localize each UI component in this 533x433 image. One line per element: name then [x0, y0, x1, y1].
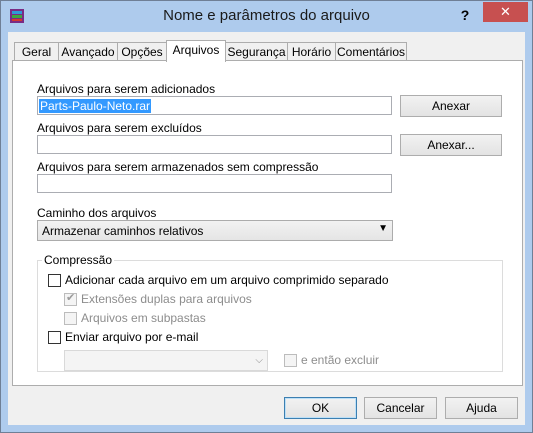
tab-seguranca[interactable]: Segurança — [225, 42, 288, 61]
title-bar[interactable]: Nome e parâmetros do arquivo ? ✕ — [1, 1, 532, 32]
delete-after-label: e então excluir — [301, 353, 380, 367]
files-store-label: Arquivos para serem armazenados sem comp… — [37, 160, 319, 174]
dialog-client: Geral Avançado Opções Arquivos Segurança… — [8, 32, 525, 425]
files-add-label: Arquivos para serem adicionados — [37, 82, 216, 96]
email-combo[interactable]: ⌵ — [64, 350, 268, 371]
dialog-window: Nome e parâmetros do arquivo ? ✕ Geral A… — [0, 0, 533, 433]
paths-label: Caminho dos arquivos — [37, 206, 157, 220]
tab-opcoes[interactable]: Opções — [117, 42, 167, 61]
tab-horario[interactable]: Horário — [287, 42, 336, 61]
tab-panel-arquivos: Arquivos para serem adicionados Parts-Pa… — [12, 60, 523, 386]
help-button[interactable]: Ajuda — [445, 397, 518, 419]
separate-checkbox[interactable] — [48, 274, 61, 287]
cancel-button[interactable]: Cancelar — [364, 397, 437, 419]
subfolders-checkbox[interactable] — [64, 312, 77, 325]
close-button[interactable]: ✕ — [483, 2, 528, 22]
tab-avancado[interactable]: Avançado — [58, 42, 118, 61]
attach-browse-button[interactable]: Anexar... — [400, 134, 502, 156]
tab-arquivos[interactable]: Arquivos — [166, 40, 226, 62]
files-exclude-input[interactable] — [37, 135, 392, 154]
delete-after-checkbox[interactable] — [284, 354, 297, 367]
files-exclude-label: Arquivos para serem excluídos — [37, 121, 202, 135]
files-add-value: Parts-Paulo-Neto.rar — [39, 99, 152, 113]
email-label: Enviar arquivo por e-mail — [65, 330, 199, 344]
separate-label: Adicionar cada arquivo em um arquivo com… — [65, 273, 389, 287]
compression-group: Compressão Adicionar cada arquivo em um … — [37, 253, 503, 372]
window-title: Nome e parâmetros do arquivo — [163, 7, 370, 24]
paths-selected: Armazenar caminhos relativos — [42, 224, 204, 238]
tab-comentarios[interactable]: Comentários — [335, 42, 407, 61]
files-add-input[interactable]: Parts-Paulo-Neto.rar — [37, 96, 392, 115]
attach-button[interactable]: Anexar — [400, 95, 502, 117]
files-store-input[interactable] — [37, 174, 392, 193]
chevron-down-icon: ⌵ — [255, 355, 263, 366]
compression-title: Compressão — [42, 253, 115, 267]
check-icon: ✔ — [66, 292, 76, 304]
help-title-button[interactable]: ? — [454, 5, 476, 25]
ok-button[interactable]: OK — [284, 397, 357, 419]
subfolders-label: Arquivos em subpastas — [81, 311, 206, 325]
double-ext-checkbox[interactable]: ✔ — [64, 292, 77, 306]
paths-select[interactable]: Armazenar caminhos relativos ▼ — [37, 220, 393, 241]
tab-geral[interactable]: Geral — [14, 42, 59, 61]
chevron-down-icon: ▼ — [378, 223, 388, 234]
double-ext-label: Extensões duplas para arquivos — [81, 292, 252, 306]
email-checkbox[interactable] — [48, 331, 61, 344]
